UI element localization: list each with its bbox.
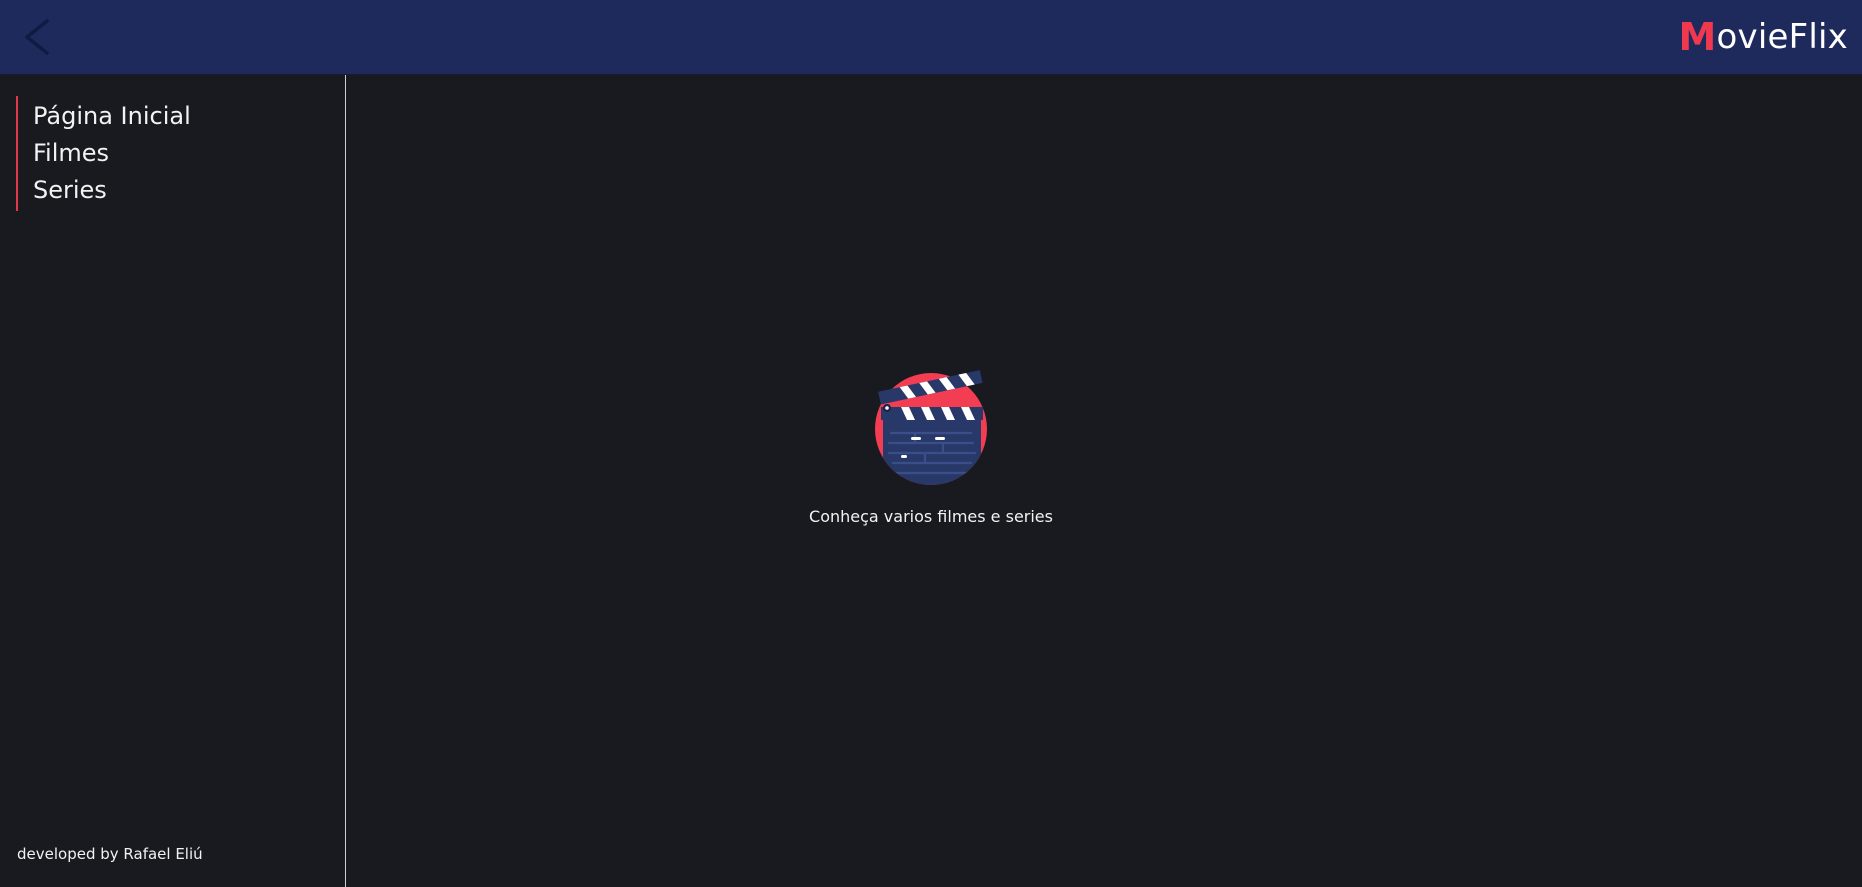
hero-caption: Conheça varios filmes e series [809, 507, 1053, 526]
app-header: MovieFlix [0, 0, 1862, 75]
sidebar-item-series[interactable]: Series [33, 172, 191, 209]
sidebar-nav: Página Inicial Filmes Series [16, 96, 191, 211]
back-button[interactable] [14, 14, 60, 60]
developer-credit: developed by Rafael Eliú [17, 845, 203, 863]
main-content: Conheça varios filmes e series [346, 75, 1862, 887]
app-logo[interactable]: MovieFlix [1679, 14, 1848, 60]
chevron-left-icon [25, 19, 49, 55]
welcome-hero: Conheça varios filmes e series [346, 367, 1516, 526]
sidebar-item-pagina-inicial[interactable]: Página Inicial [33, 98, 191, 135]
sidebar: Página Inicial Filmes Series developed b… [0, 75, 346, 887]
logo-initial: M [1678, 15, 1717, 59]
clapperboard-icon [875, 370, 987, 485]
sidebar-item-filmes[interactable]: Filmes [33, 135, 191, 172]
logo-text: ovieFlix [1716, 17, 1848, 57]
